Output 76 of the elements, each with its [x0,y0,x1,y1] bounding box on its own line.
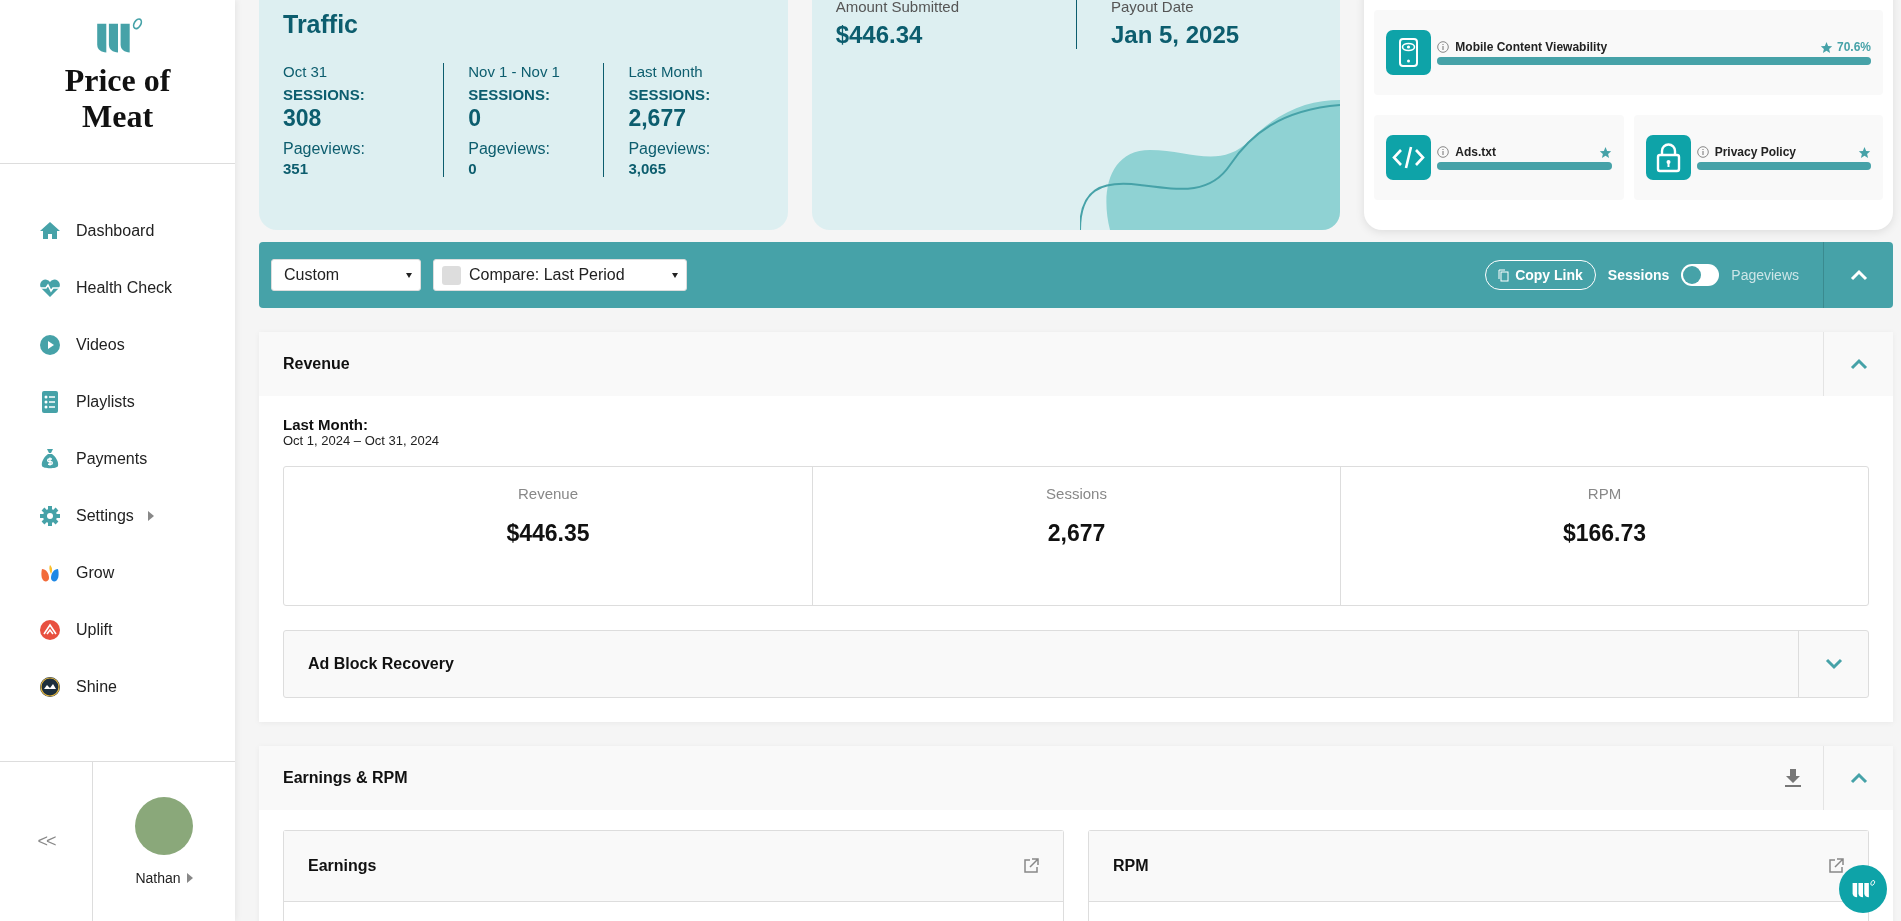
stat-label: RPM [1587,485,1622,502]
info-icon[interactable] [1437,146,1450,158]
phone-eye-icon [1386,30,1432,75]
metric-value: 0 [468,105,482,132]
metric-label: Amount Submitted [835,0,961,15]
metric-value: 0 [468,160,478,177]
chevron-up-icon [1849,358,1868,370]
panel-title: Revenue [283,355,350,373]
site-name: Price of Meat [63,63,172,135]
peak-icon [38,617,62,642]
score-reading: 70.6% [1836,40,1871,54]
collapse-button[interactable]: << [0,762,93,921]
stat-label: Revenue [517,485,578,502]
metric-value: 308 [283,105,323,132]
chevron-up-icon [1849,772,1868,784]
stat-value: 2,677 [1047,520,1106,547]
nav-item[interactable]: Settings [38,487,235,544]
card-title: Earnings [308,857,377,875]
star-icon [1819,40,1833,54]
metric-value: Jan 5, 2025 [1111,21,1241,49]
metric-value: 2,677 [628,105,687,132]
check-label: Privacy Policy [1714,145,1797,159]
external-link-icon[interactable] [1828,858,1844,874]
logo-icon [1850,879,1876,899]
chevron-down-icon [1824,658,1843,670]
metric-value: 351 [283,160,310,177]
metric-toggle[interactable] [1681,264,1720,286]
play-icon [38,332,62,357]
checkbox[interactable] [442,265,461,285]
metric-value: $446.34 [835,21,924,49]
stat-value: $166.73 [1562,520,1647,547]
date-range-select[interactable]: Custom [271,259,421,291]
check-label: Mobile Content Viewability [1455,40,1608,54]
user-menu[interactable]: Nathan [129,868,199,887]
star-icon [1858,145,1871,159]
card-title: Traffic [283,10,360,39]
period-label: Last Month [628,63,704,80]
period-range: Oct 1, 2024 – Oct 31, 2024 [283,433,441,448]
nav-item[interactable]: Health Check [38,259,235,316]
code-icon [1386,135,1432,180]
metric-label: Pageviews: [628,140,712,158]
chevron-up-icon [1849,269,1868,281]
nav-item[interactable]: Playlists [38,373,235,430]
padlock-icon [1645,135,1691,180]
avatar [135,796,193,855]
metric-value: 3,065 [628,160,667,177]
stat-label: Sessions [1046,485,1107,502]
metric-label: Pageviews: [468,140,552,158]
metric-label: SESSIONS: [283,86,366,103]
section-title: Ad Block Recovery [308,655,454,673]
metric-label: SESSIONS: [468,86,551,103]
star-icon [1598,145,1612,159]
metric-label: SESSIONS: [628,86,712,103]
download-icon[interactable] [1785,769,1801,787]
nav-item[interactable]: Shine [38,658,235,715]
panel-title: Earnings & RPM [283,769,408,787]
stat-value: $446.35 [506,520,590,547]
info-icon[interactable] [1437,41,1450,53]
period-label: Last Month: [283,416,369,433]
metric-label: Payout Date [1111,0,1195,15]
nav-item[interactable]: Videos [38,316,235,373]
copy-icon [1498,268,1510,282]
nav-item[interactable]: Uplift [38,601,235,658]
info-icon[interactable] [1696,146,1709,158]
compare-select[interactable]: Compare: Last Period [433,259,687,291]
nav-item[interactable]: Grow [38,544,235,601]
metric-label: Pageviews: [283,140,366,158]
period-label: Nov 1 - Nov 1 [468,63,561,80]
period-label: Oct 31 [283,63,329,80]
gear-icon [38,503,62,528]
card-title: RPM [1113,857,1149,875]
external-link-icon[interactable] [1023,858,1039,874]
nav-item[interactable]: Dashboard [38,202,235,259]
badge-icon [38,674,62,699]
check-label: Ads.txt [1455,145,1496,159]
nav-item[interactable]: Payments [38,430,235,487]
